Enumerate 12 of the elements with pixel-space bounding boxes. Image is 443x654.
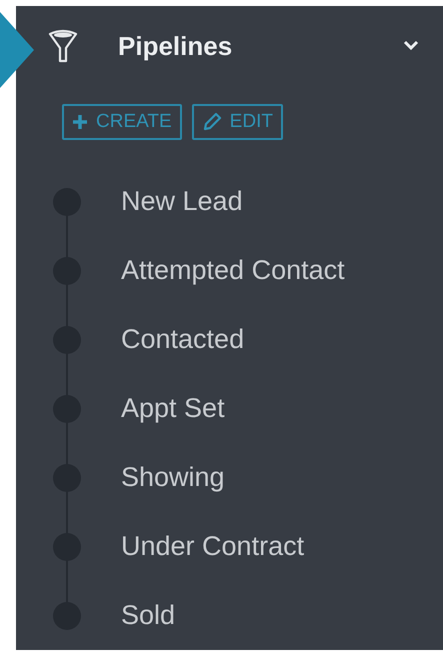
stage-label[interactable]: Contacted bbox=[121, 319, 244, 360]
funnel-icon bbox=[48, 29, 78, 63]
pencil-icon bbox=[202, 112, 222, 132]
stage-label[interactable]: Attempted Contact bbox=[121, 250, 345, 291]
plus-icon bbox=[72, 114, 88, 130]
stage-label[interactable]: Appt Set bbox=[121, 388, 225, 429]
stage-label[interactable]: Showing bbox=[121, 457, 225, 498]
chevron-icon[interactable] bbox=[403, 39, 419, 53]
stage-label[interactable]: New Lead bbox=[121, 181, 243, 222]
stage-label[interactable]: Sold bbox=[121, 595, 176, 636]
section-title[interactable]: Pipelines bbox=[118, 26, 232, 66]
stage-label[interactable]: Under Contract bbox=[121, 526, 304, 567]
